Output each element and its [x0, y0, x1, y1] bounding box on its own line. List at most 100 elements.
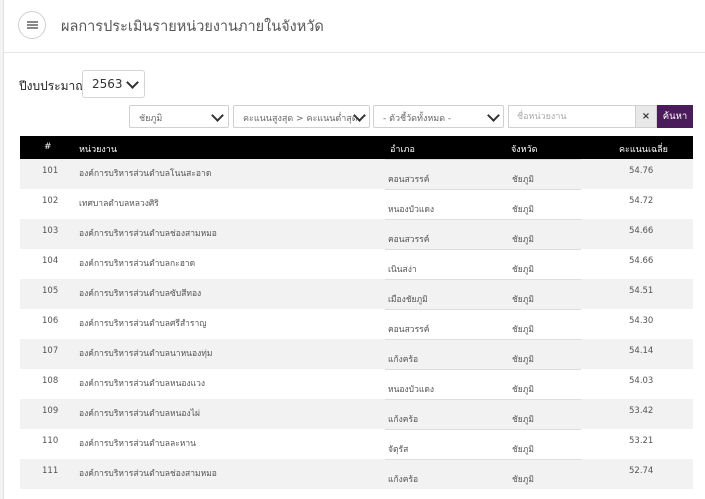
table-header: # หน่วยงาน อำเภอ จังหวัด คะแนนเฉลี่ย [20, 136, 693, 159]
table-row[interactable]: 109 องค์การบริหารส่วนตำบลหนองไผ่แก้งคร้อ ช… [20, 399, 693, 429]
row-number: 103 [42, 226, 59, 236]
table-row[interactable]: 101 องค์การบริหารส่วนตำบลโนนสะอาด คอนสวรรค… [20, 159, 693, 189]
clear-search-button[interactable]: × [635, 105, 657, 128]
table-row[interactable]: 102 เทศบาลตำบลหลวงศิริหนองบัวแดง ชัยภูมิ 54… [20, 189, 693, 219]
table-row[interactable]: 107 องค์การบริหารส่วนตำบลนาหนองทุ่มแก้งคร… [20, 339, 693, 369]
page-title: ผลการประเมินรายหน่วยงานภายในจังหวัด [61, 19, 324, 35]
row-province: ชัยภูมิ [512, 175, 534, 185]
sort-select[interactable]: คะแนนสูงสุด > คะแนนต่ำสุด [233, 105, 370, 128]
row-amphoe: เมืองชัยภูมิ [388, 295, 428, 305]
results-table-body: 101 องค์การบริหารส่วนตำบลโนนสะอาดคอนสวรรค… [20, 159, 693, 489]
table-row[interactable]: 103 องค์การบริหารส่วนตำบลช่องสามหมอ คอนสวร… [20, 219, 693, 249]
row-amphoe: แก้งคร้อ [388, 415, 419, 425]
row-number: 109 [42, 406, 59, 416]
row-province: ชัยภูมิ [512, 355, 534, 365]
row-score: 54.51 [629, 286, 654, 296]
table-row[interactable]: 111 องค์การบริหารส่วนตำบลช่องสามหมอ แก้งคร… [20, 459, 693, 489]
row-number: 110 [42, 436, 59, 446]
row-org-name: องค์การบริหารส่วนตำบลหนองแวง [79, 379, 206, 389]
row-number: 104 [42, 256, 59, 266]
hamburger-icon [26, 21, 38, 29]
row-number: 111 [42, 466, 59, 476]
row-number: 106 [42, 316, 59, 326]
row-org-name: องค์การบริหารส่วนตำบลนาหนองทุ่ม [79, 349, 213, 359]
row-amphoe: หนองบัวแดง [388, 385, 434, 395]
row-score: 54.30 [629, 316, 654, 326]
row-divider [385, 189, 581, 190]
row-number: 105 [42, 286, 59, 296]
row-org-name: เทศบาลตำบลหลวงศิริ [79, 199, 159, 209]
year-select[interactable]: 2563 [82, 70, 145, 98]
row-divider [385, 249, 581, 250]
row-score: 52.74 [629, 466, 654, 476]
row-divider [385, 459, 581, 460]
chevron-down-icon [487, 109, 500, 122]
row-province: ชัยภูมิ [512, 235, 534, 245]
row-org-name: องค์การบริหารส่วนตำบลศรีสำราญ [79, 319, 207, 329]
indicator-select[interactable]: - ตัวชี้วัดทั้งหมด - [373, 105, 504, 128]
row-org-name: องค์การบริหารส่วนตำบลซับสีทอง [79, 289, 202, 299]
close-icon: × [641, 111, 651, 122]
row-province: ชัยภูมิ [512, 475, 534, 485]
row-divider [385, 279, 581, 280]
row-org-name: องค์การบริหารส่วนตำบลช่องสามหมอ [79, 229, 217, 239]
row-divider [385, 159, 581, 160]
sort-select-value: คะแนนสูงสุด > คะแนนต่ำสุด [243, 114, 358, 124]
row-amphoe: เนินสง่า [388, 265, 417, 275]
row-org-name: องค์การบริหารส่วนตำบลหนองไผ่ [79, 409, 200, 419]
row-province: ชัยภูมิ [512, 205, 534, 215]
column-header-org[interactable]: หน่วยงาน [79, 142, 117, 156]
row-score: 54.03 [629, 376, 654, 386]
chevron-down-icon [126, 76, 139, 89]
row-divider [385, 309, 581, 310]
row-amphoe: แก้งคร้อ [388, 475, 419, 485]
row-amphoe: คอนสวรรค์ [388, 325, 430, 335]
menu-toggle-button[interactable] [18, 11, 46, 39]
column-header-number: # [44, 142, 52, 152]
chevron-down-icon [211, 109, 224, 122]
row-score: 54.66 [629, 256, 654, 266]
row-number: 107 [42, 346, 59, 356]
table-row[interactable]: 104 องค์การบริหารส่วนตำบลกะฮาดเนินสง่า ชัย… [20, 249, 693, 279]
row-province: ชัยภูมิ [512, 415, 534, 425]
row-score: 54.14 [629, 346, 654, 356]
province-select-value: ชัยภูมิ [139, 114, 163, 124]
search-button[interactable]: ค้นหา [657, 105, 693, 128]
row-divider [385, 339, 581, 340]
row-province: ชัยภูมิ [512, 325, 534, 335]
row-org-name: องค์การบริหารส่วนตำบลกะฮาด [79, 259, 196, 269]
row-org-name: องค์การบริหารส่วนตำบลละหาน [79, 439, 196, 449]
column-header-province[interactable]: จังหวัด [511, 142, 538, 156]
row-score: 54.66 [629, 226, 654, 236]
indicator-select-value: - ตัวชี้วัดทั้งหมด - [383, 114, 452, 124]
row-amphoe: จัตุรัส [388, 445, 409, 455]
row-number: 108 [42, 376, 59, 386]
row-number: 101 [42, 166, 59, 176]
row-score: 53.21 [629, 436, 654, 446]
row-divider [385, 219, 581, 220]
row-province: ชัยภูมิ [512, 265, 534, 275]
table-row[interactable]: 105 องค์การบริหารส่วนตำบลซับสีทองเมืองชัย… [20, 279, 693, 309]
province-select[interactable]: ชัยภูมิ [129, 105, 229, 128]
org-search-input[interactable] [508, 105, 635, 128]
row-province: ชัยภูมิ [512, 385, 534, 395]
row-province: ชัยภูมิ [512, 295, 534, 305]
row-amphoe: หนองบัวแดง [388, 205, 434, 215]
year-label: ปีงบประมาณ [19, 79, 87, 93]
row-divider [385, 369, 581, 370]
column-header-amphoe[interactable]: อำเภอ [390, 142, 415, 156]
row-score: 53.42 [629, 406, 654, 416]
row-score: 54.72 [629, 196, 654, 206]
table-row[interactable]: 108 องค์การบริหารส่วนตำบลหนองแวงหนองบัวแด… [20, 369, 693, 399]
row-org-name: องค์การบริหารส่วนตำบลโนนสะอาด [79, 169, 212, 179]
table-row[interactable]: 110 องค์การบริหารส่วนตำบลละหานจัตุรัส ชัยภ… [20, 429, 693, 459]
year-value: 2563 [92, 77, 123, 91]
row-province: ชัยภูมิ [512, 445, 534, 455]
row-divider [385, 429, 581, 430]
row-amphoe: แก้งคร้อ [388, 355, 419, 365]
row-number: 102 [42, 196, 59, 206]
table-row[interactable]: 106 องค์การบริหารส่วนตำบลศรีสำราญคอนสวรรค… [20, 309, 693, 339]
row-score: 54.76 [629, 166, 654, 176]
row-divider [385, 399, 581, 400]
column-header-score[interactable]: คะแนนเฉลี่ย [619, 142, 668, 156]
